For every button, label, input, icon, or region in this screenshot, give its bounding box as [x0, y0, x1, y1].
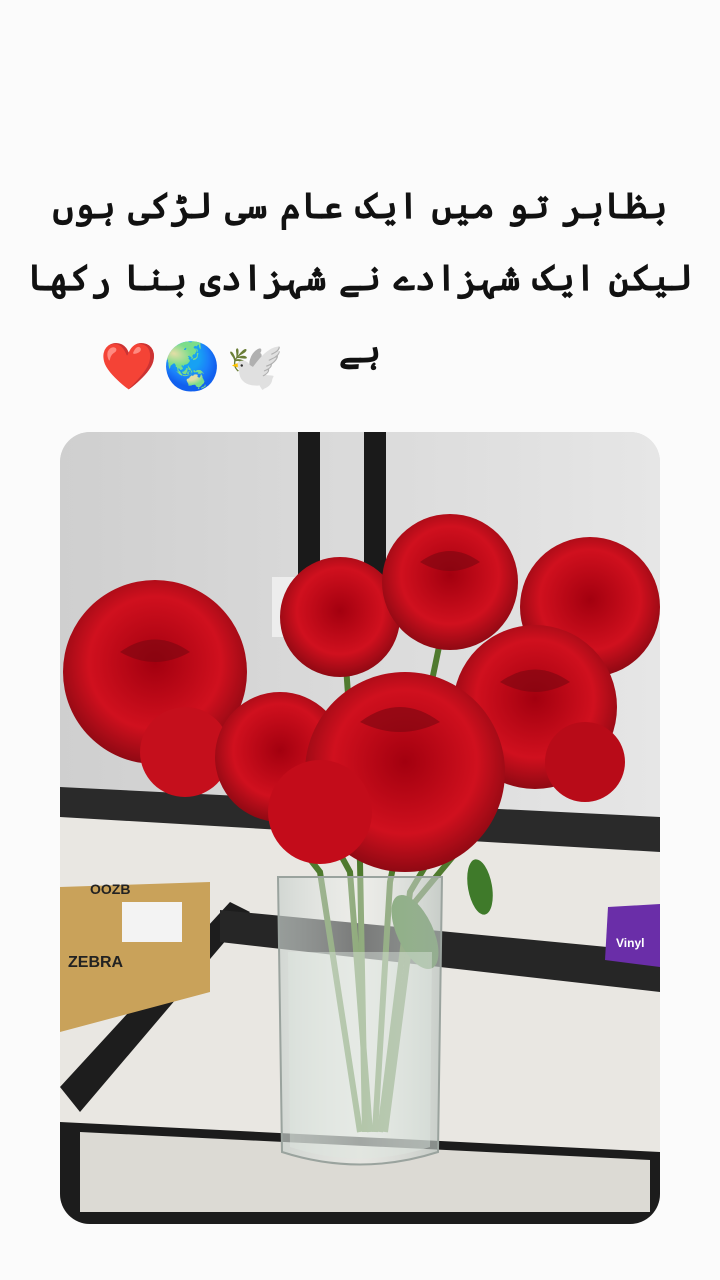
vase-water	[288, 952, 432, 1159]
emoji-row: ❤️🌏🕊️	[100, 338, 290, 394]
red-heart-icon: ❤️	[100, 339, 160, 393]
box-code-text: OOZB	[90, 881, 130, 897]
box-brand-text: ZEBRA	[68, 954, 124, 971]
dove-icon: 🕊️	[226, 339, 286, 393]
shipping-label	[122, 902, 182, 942]
photo-illustration: OOZB ZEBRA Vinyl	[60, 432, 660, 1224]
vinyl-package-text: Vinyl	[616, 936, 644, 950]
rose-vase-photo: OOZB ZEBRA Vinyl	[60, 432, 660, 1224]
poem-line-1: بظاہر تو میں ایک عام سی لڑکی ہوں	[52, 185, 668, 227]
globe-icon: 🌏	[163, 339, 223, 393]
